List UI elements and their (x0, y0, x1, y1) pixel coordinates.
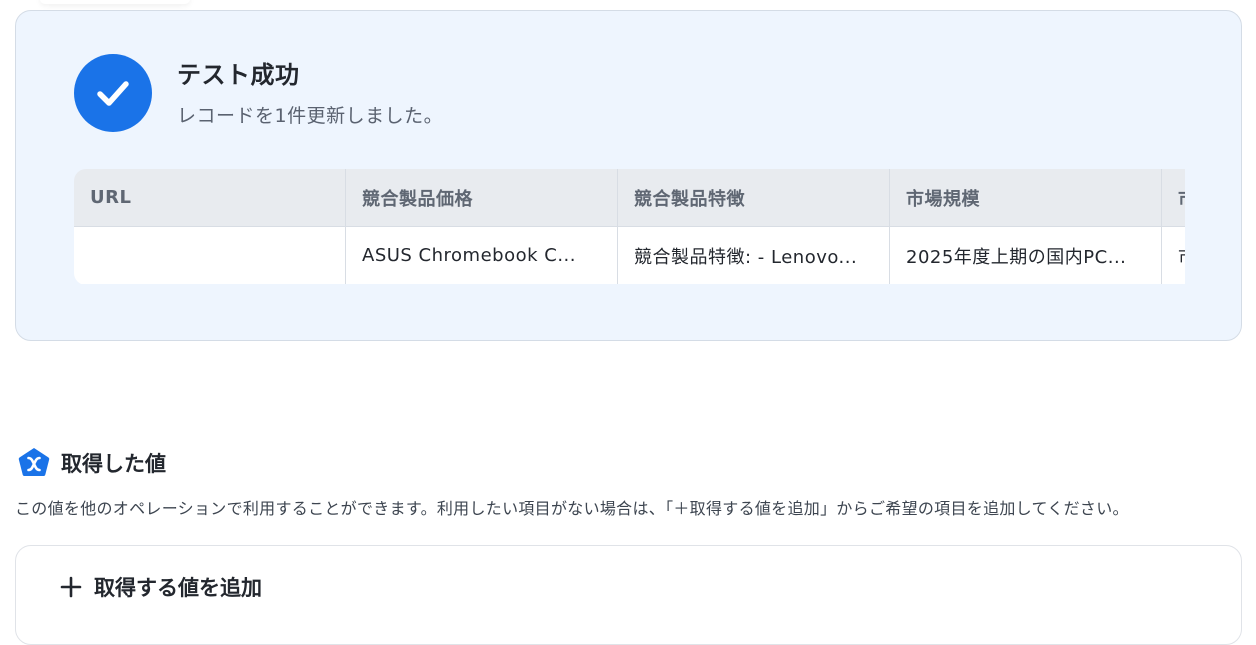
test-result-panel: テスト成功 レコードを1件更新しました。 URL 競合製品価格 競合製品特徴 市… (15, 10, 1242, 341)
retrieved-values-title: 取得した値 (61, 452, 166, 476)
previous-card-edge (40, 0, 190, 4)
cell-competitor-features: 競合製品特徴: - Lenovo... (618, 227, 890, 284)
table-row: ASUS Chromebook C... 競合製品特徴: - Lenovo...… (74, 227, 1185, 284)
retrieved-values-description: この値を他のオペレーションで利用することができます。利用したい項目がない場合は、… (15, 499, 1129, 518)
result-table[interactable]: URL 競合製品価格 競合製品特徴 市場規模 市 ASUS Chromebook… (74, 169, 1185, 285)
column-header-competitor-features: 競合製品特徴 (618, 169, 890, 226)
column-header-competitor-price: 競合製品価格 (346, 169, 618, 226)
result-title: テスト成功 (177, 61, 300, 89)
add-value-label: 取得する値を追加 (94, 576, 262, 600)
column-header-url: URL (74, 169, 346, 226)
add-retrieved-value-button[interactable]: 取得する値を追加 (60, 572, 262, 602)
cell-truncated: 市 (1162, 227, 1185, 284)
plus-icon (60, 576, 82, 598)
retrieved-values-header: 取得した値 (17, 446, 166, 480)
table-header-row: URL 競合製品価格 競合製品特徴 市場規模 市 (74, 169, 1185, 227)
cell-market-size: 2025年度上期の国内PC... (890, 227, 1162, 284)
success-check-icon (74, 54, 152, 132)
cell-competitor-price: ASUS Chromebook C... (346, 227, 618, 284)
result-subtitle: レコードを1件更新しました。 (177, 105, 444, 127)
add-value-card: 取得する値を追加 (15, 545, 1242, 645)
column-header-market-size: 市場規模 (890, 169, 1162, 226)
cell-url (74, 227, 346, 284)
yoom-pentagon-icon (18, 448, 50, 476)
column-header-truncated: 市 (1162, 169, 1185, 226)
